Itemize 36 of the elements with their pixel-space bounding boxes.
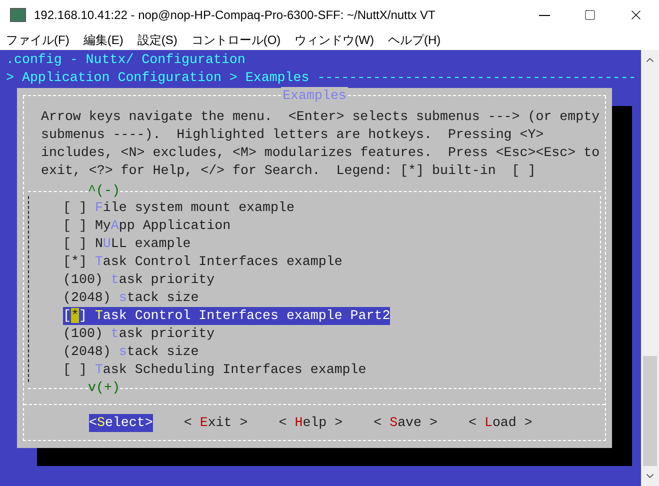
menu-option[interactable]: (2048) stack size	[63, 343, 199, 361]
scroll-down-indicator: v(+)	[88, 379, 120, 397]
menu-option[interactable]: [*] Task Control Interfaces example Part2	[63, 307, 390, 325]
scrollbar-thumb[interactable]	[643, 356, 657, 466]
dialog-button[interactable]: <Select>	[89, 414, 153, 432]
dialog-button[interactable]: < Load >	[468, 414, 532, 432]
dialog-button[interactable]: < Help >	[278, 414, 343, 432]
menu-option[interactable]: [ ] MyApp Application	[63, 217, 231, 235]
dialog-button[interactable]: < Exit >	[184, 414, 248, 432]
menu-option[interactable]: [ ] NULL example	[63, 235, 191, 253]
menu-option[interactable]: [ ] File system mount example	[63, 199, 294, 217]
menu-option[interactable]: [ ] Task Scheduling Interfaces example	[63, 361, 366, 379]
maximize-icon	[584, 9, 596, 21]
scrollbar[interactable]	[641, 50, 659, 486]
menu-item[interactable]: ウィンドウ(W)	[294, 31, 374, 49]
menu-item[interactable]: 設定(S)	[137, 31, 178, 49]
window-title: 192.168.10.41:22 - nop@nop-HP-Compaq-Pro-6300-SFF: ~/NuttX/nuttx VT	[34, 7, 436, 24]
scroll-up-indicator: ^(-)	[88, 182, 120, 200]
menu-option[interactable]: (100) task priority	[63, 271, 215, 289]
terminal-app-icon	[10, 8, 26, 22]
menu-option[interactable]: (100) task priority	[63, 325, 215, 343]
minimize-icon	[538, 14, 550, 16]
help-text-line: includes, <N> excludes, <M> modularizes features. Press <Esc><Esc> to	[40, 144, 600, 162]
menu-item[interactable]: コントロール(O)	[191, 31, 281, 49]
dialog-title: Examples	[280, 86, 348, 104]
menu-item[interactable]: ファイル(F)	[6, 31, 70, 49]
help-text-line: submenus ----). Highlighted letters are hotkeys. Pressing <Y>	[40, 126, 544, 144]
menu-item[interactable]: ヘルプ(H)	[388, 31, 441, 49]
help-text-line: Arrow keys navigate the menu. <Enter> selects submenus ---> (or empty	[40, 108, 600, 126]
terminal-header-line: .config - Nuttx/ Configuration	[5, 51, 246, 69]
help-text-line: exit, <?> for Help, </> for Search. Legend: [*] built-in [ ]	[40, 162, 536, 180]
menu-item[interactable]: 編集(E)	[83, 31, 124, 49]
terminal-header-line: > Application Configuration > Examples ----------------------------------------	[5, 69, 638, 87]
dialog-button[interactable]: < Save >	[374, 414, 438, 432]
menu-option[interactable]: (2048) stack size	[63, 289, 199, 307]
menu-option[interactable]: [*] Task Control Interfaces example	[63, 253, 342, 271]
